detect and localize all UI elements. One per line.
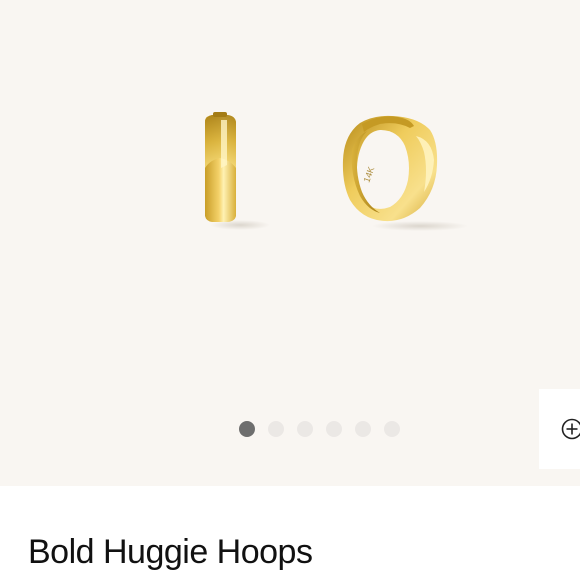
carousel-dot-2[interactable]	[268, 421, 284, 437]
right-earring-front-view: 14K	[342, 115, 468, 231]
carousel-dot-1[interactable]	[239, 421, 255, 437]
product-image-gallery[interactable]: 14K	[0, 0, 580, 486]
product-page: 14K Bold Huggie Hoops	[0, 0, 580, 580]
product-title: Bold Huggie Hoops	[28, 533, 313, 571]
zoom-button[interactable]	[539, 389, 580, 469]
carousel-pagination	[239, 421, 400, 437]
zoom-plus-icon	[561, 418, 580, 440]
carousel-dot-3[interactable]	[297, 421, 313, 437]
carousel-dot-6[interactable]	[384, 421, 400, 437]
carousel-dot-4[interactable]	[326, 421, 342, 437]
carousel-dot-5[interactable]	[355, 421, 371, 437]
product-image-huggie-hoops: 14K	[205, 112, 468, 231]
left-earring-side-view	[205, 112, 270, 230]
